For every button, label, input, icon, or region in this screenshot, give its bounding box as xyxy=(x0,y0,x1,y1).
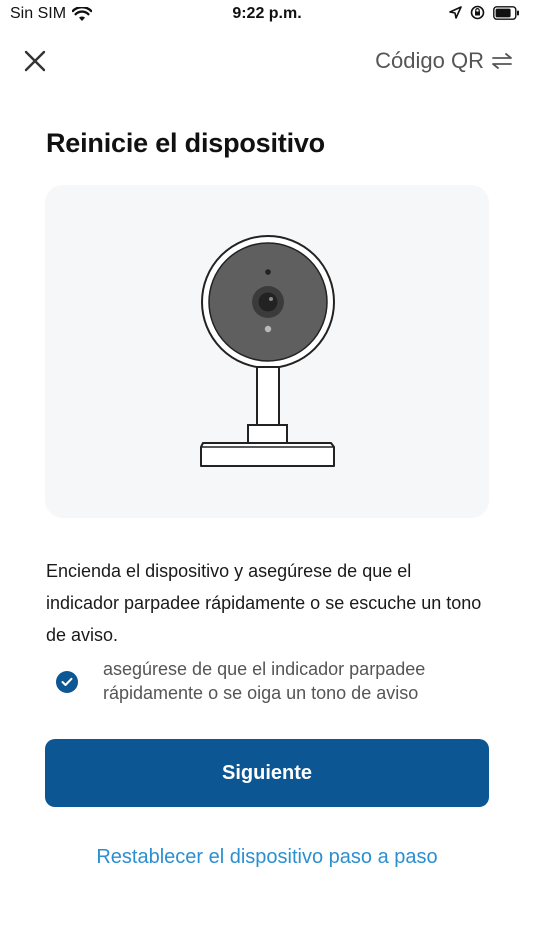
page-title: Reinicie el dispositivo xyxy=(46,128,325,158)
orientation-lock-icon xyxy=(470,5,485,25)
location-arrow-icon xyxy=(449,6,462,24)
confirm-label: asegúrese de que el indicador parpadee r… xyxy=(103,659,426,703)
status-bar: Sin SIM 9:22 p.m. xyxy=(0,0,534,30)
qr-code-label: Código QR xyxy=(375,48,484,73)
close-icon xyxy=(20,50,50,80)
battery-icon xyxy=(493,5,520,25)
instructions-text: Encienda el dispositivo y asegúrese de q… xyxy=(46,561,482,645)
swap-arrows-icon xyxy=(492,53,512,69)
status-icons xyxy=(449,5,520,25)
reset-step-by-step-link[interactable]: Restablecer el dispositivo paso a paso xyxy=(0,846,534,869)
next-button[interactable]: Siguiente xyxy=(45,739,489,807)
close-button[interactable] xyxy=(20,46,50,76)
security-camera-icon xyxy=(200,235,335,467)
checkmark-icon[interactable] xyxy=(56,671,78,693)
device-illustration xyxy=(45,185,489,518)
confirm-checkbox-row[interactable]: asegúrese de que el indicador parpadee r… xyxy=(56,657,486,705)
qr-code-button[interactable]: Código QR xyxy=(375,46,512,76)
